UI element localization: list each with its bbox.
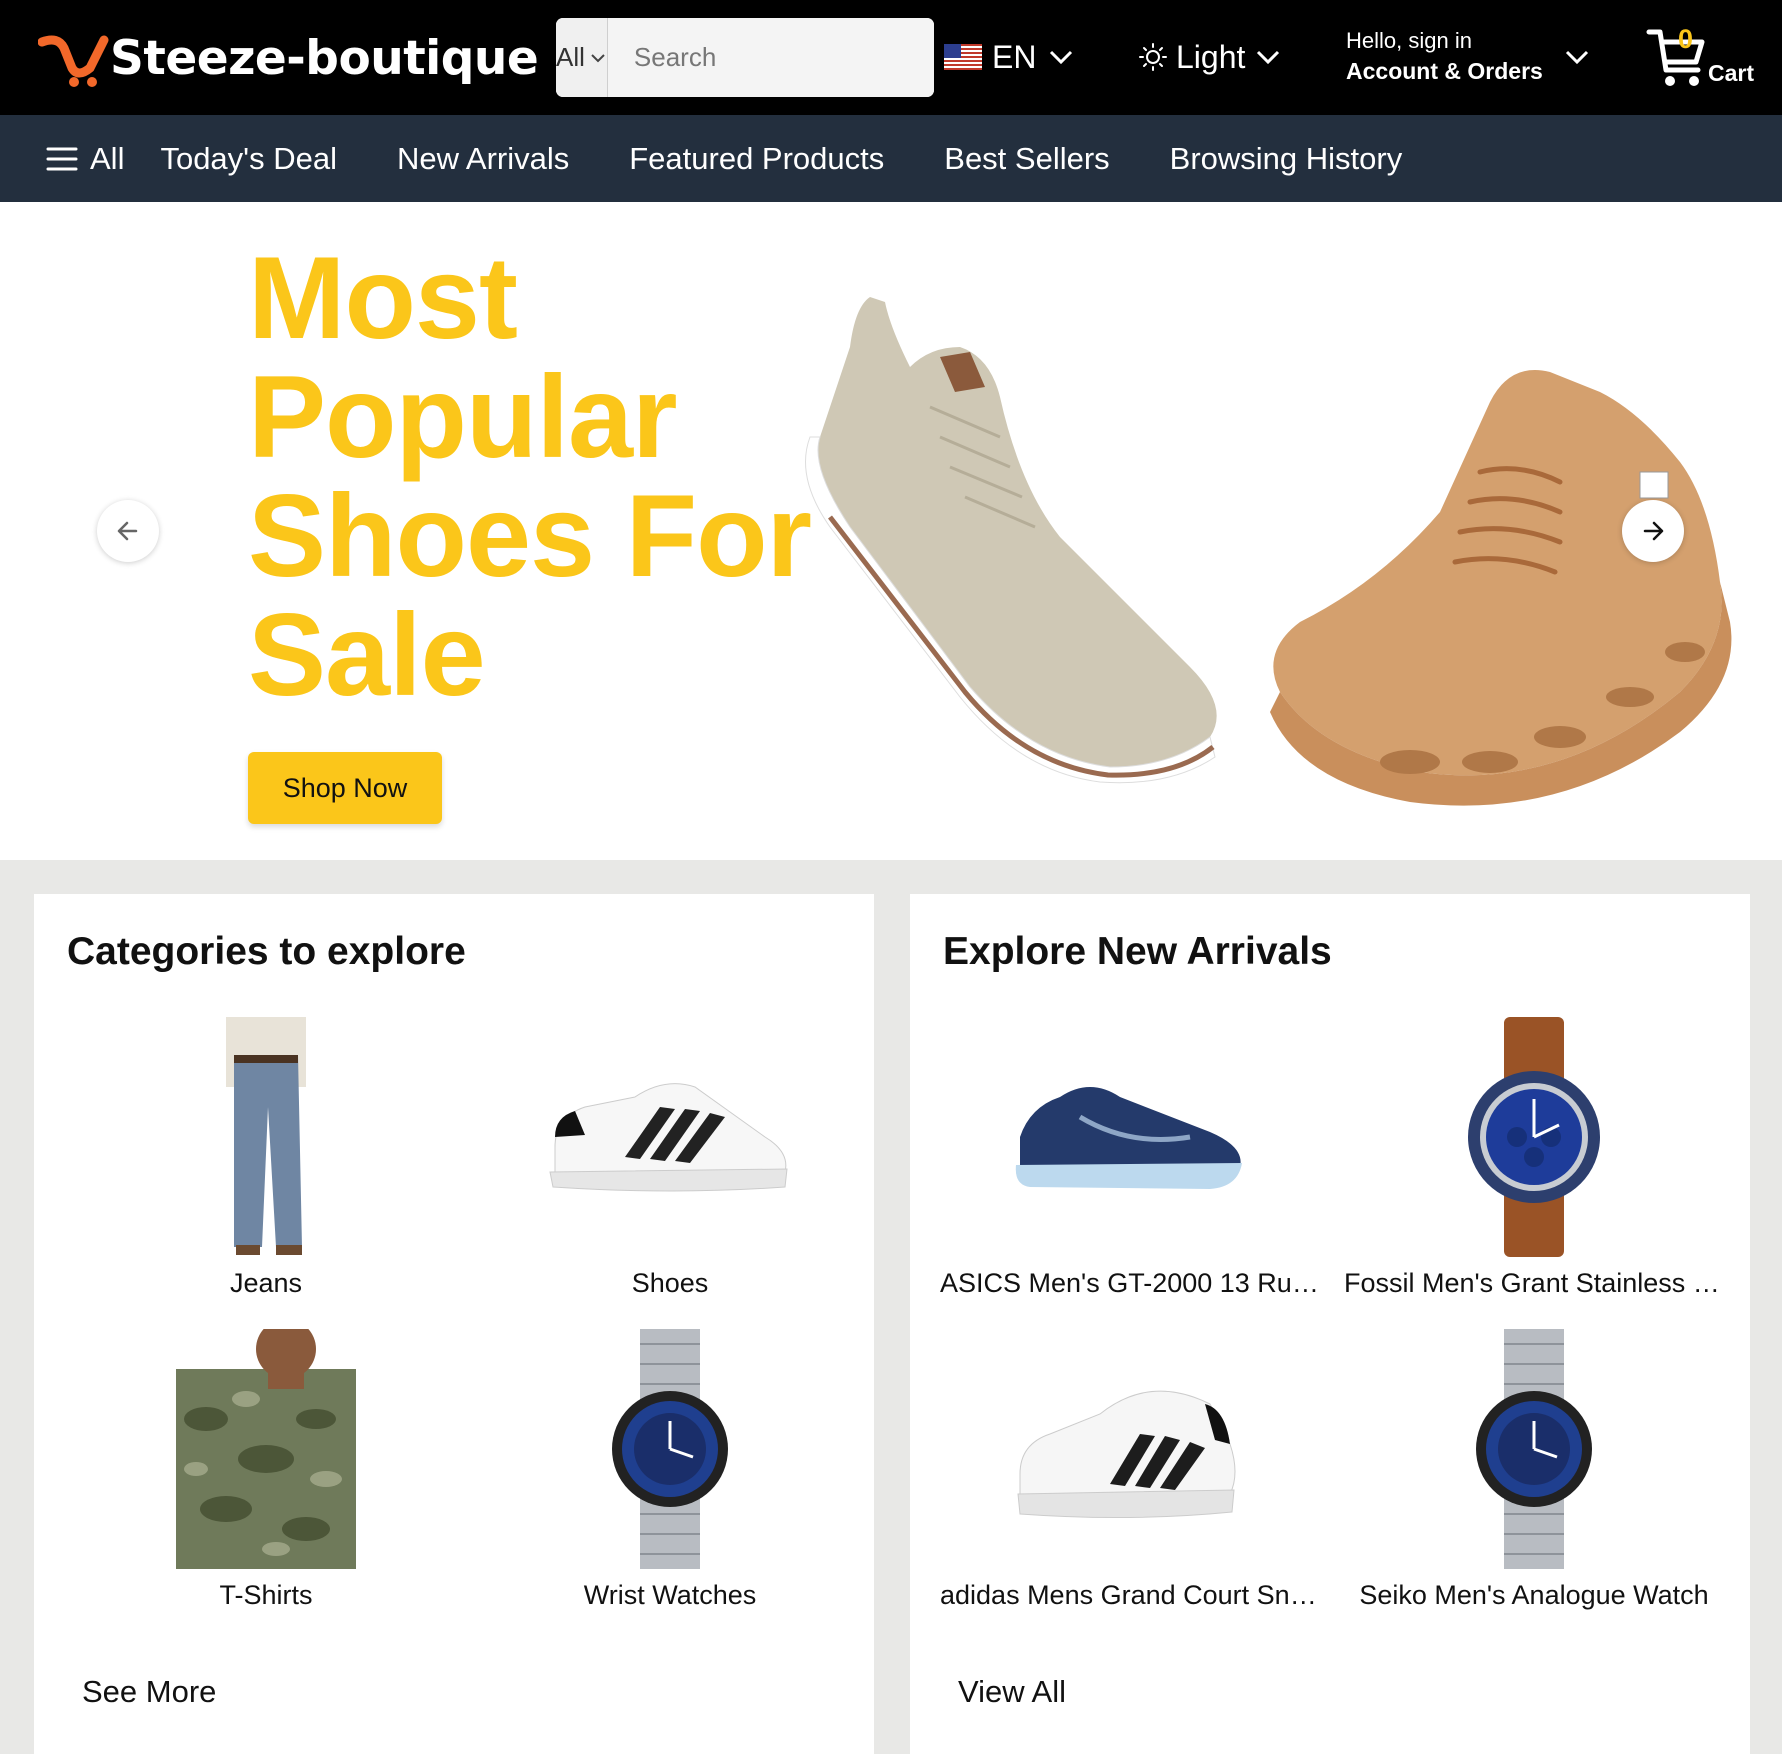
menu-icon [46,147,78,170]
category-tile-shoes[interactable]: Shoes [480,1014,860,1304]
carousel-prev-button[interactable] [97,500,159,562]
search-category-label: All [556,42,585,72]
see-more-link[interactable]: See More [82,1674,216,1710]
nav-todays-deal[interactable]: Today's Deal [160,141,337,177]
nav-browsing-history[interactable]: Browsing History [1170,141,1403,177]
hero-carousel: Most Popular Shoes For Sale Shop Now [0,202,1782,860]
cart-icon [1646,29,1705,86]
category-label: Wrist Watches [583,1580,757,1610]
arrival-tile-adidas[interactable]: adidas Mens Grand Court Sneaker [940,1326,1320,1616]
category-tile-wrist-watches[interactable]: Wrist Watches [480,1326,860,1616]
nav-bar: All Today's Deal New Arrivals Featured P… [0,115,1782,202]
new-arrivals-card: Explore New Arrivals ASICS Men's GT-2000… [910,894,1750,1754]
arrow-right-icon [1643,521,1664,541]
arrival-label: ASICS Men's GT-2000 13 Running Shoe [940,1268,1320,1298]
category-label: Jeans [229,1268,303,1298]
adidas-shoe-image [940,1326,1320,1572]
logo-cart-icon [38,35,109,87]
account-greeting: Hello, sign in [1346,28,1472,53]
chevron-down-icon [1050,50,1073,65]
us-flag-icon [944,44,982,70]
cart-button[interactable]: 0 Cart [1646,22,1766,92]
arrow-left-icon [117,521,138,541]
brand-logo[interactable]: Steeze-boutique [38,28,539,88]
search-bar: All [556,18,934,97]
brand-name: Steeze-boutique [110,30,539,86]
asics-shoe-image [940,1014,1320,1260]
carousel-next-button[interactable] [1622,500,1684,562]
category-label: Shoes [631,1268,709,1298]
sun-icon [1139,43,1167,71]
wrist-watches-image [480,1326,860,1572]
hero-shoe-beige-image [805,297,1217,784]
nav-all-label: All [90,140,125,176]
nav-new-arrivals[interactable]: New Arrivals [397,141,569,177]
jeans-image [76,1014,456,1260]
theme-selector[interactable]: Light [1138,34,1283,80]
categories-card: Categories to explore Jeans Shoes T-Shir… [34,894,874,1754]
hero-shoe-tan-image [1270,370,1732,806]
search-input[interactable] [607,18,934,97]
cart-count: 0 [1678,24,1694,54]
theme-label: Light [1176,38,1246,75]
category-tile-tshirts[interactable]: T-Shirts [76,1326,456,1616]
search-category-select[interactable]: All [556,18,608,97]
account-menu[interactable]: Hello, sign in Account & Orders [1346,26,1543,86]
category-tile-jeans[interactable]: Jeans [76,1014,456,1304]
shop-now-button[interactable]: Shop Now [248,752,442,824]
cart-label: Cart [1708,60,1755,86]
new-arrivals-title: Explore New Arrivals [943,930,1332,973]
chevron-down-icon [1257,50,1280,65]
arrival-tile-fossil[interactable]: Fossil Men's Grant Stainless Steel Watch [1344,1014,1724,1304]
hero-title: Most Popular Shoes For Sale [248,232,812,720]
top-header: Steeze-boutique All EN [0,0,1782,115]
chevron-down-icon[interactable] [1562,42,1592,72]
arrival-label: Seiko Men's Analogue Watch [1359,1580,1709,1610]
arrival-label: adidas Mens Grand Court Sneaker [940,1580,1320,1610]
chevron-down-icon [591,53,605,62]
language-selector[interactable]: EN [944,34,1076,80]
arrival-label: Fossil Men's Grant Stainless Steel Watch [1344,1268,1724,1298]
nav-all-menu[interactable]: All [46,141,124,177]
arrival-tile-asics[interactable]: ASICS Men's GT-2000 13 Running Shoe [940,1014,1320,1304]
nav-featured-products[interactable]: Featured Products [629,141,884,177]
shoes-image [480,1014,860,1260]
seiko-watch-image [1344,1326,1724,1572]
categories-title: Categories to explore [67,930,466,973]
tshirts-image [76,1326,456,1572]
language-label: EN [992,38,1037,75]
account-orders-label: Account & Orders [1346,58,1543,84]
arrival-tile-seiko[interactable]: Seiko Men's Analogue Watch [1344,1326,1724,1616]
nav-best-sellers[interactable]: Best Sellers [944,141,1109,177]
view-all-link[interactable]: View All [958,1674,1066,1710]
category-label: T-Shirts [219,1580,313,1610]
fossil-watch-image [1344,1014,1724,1260]
